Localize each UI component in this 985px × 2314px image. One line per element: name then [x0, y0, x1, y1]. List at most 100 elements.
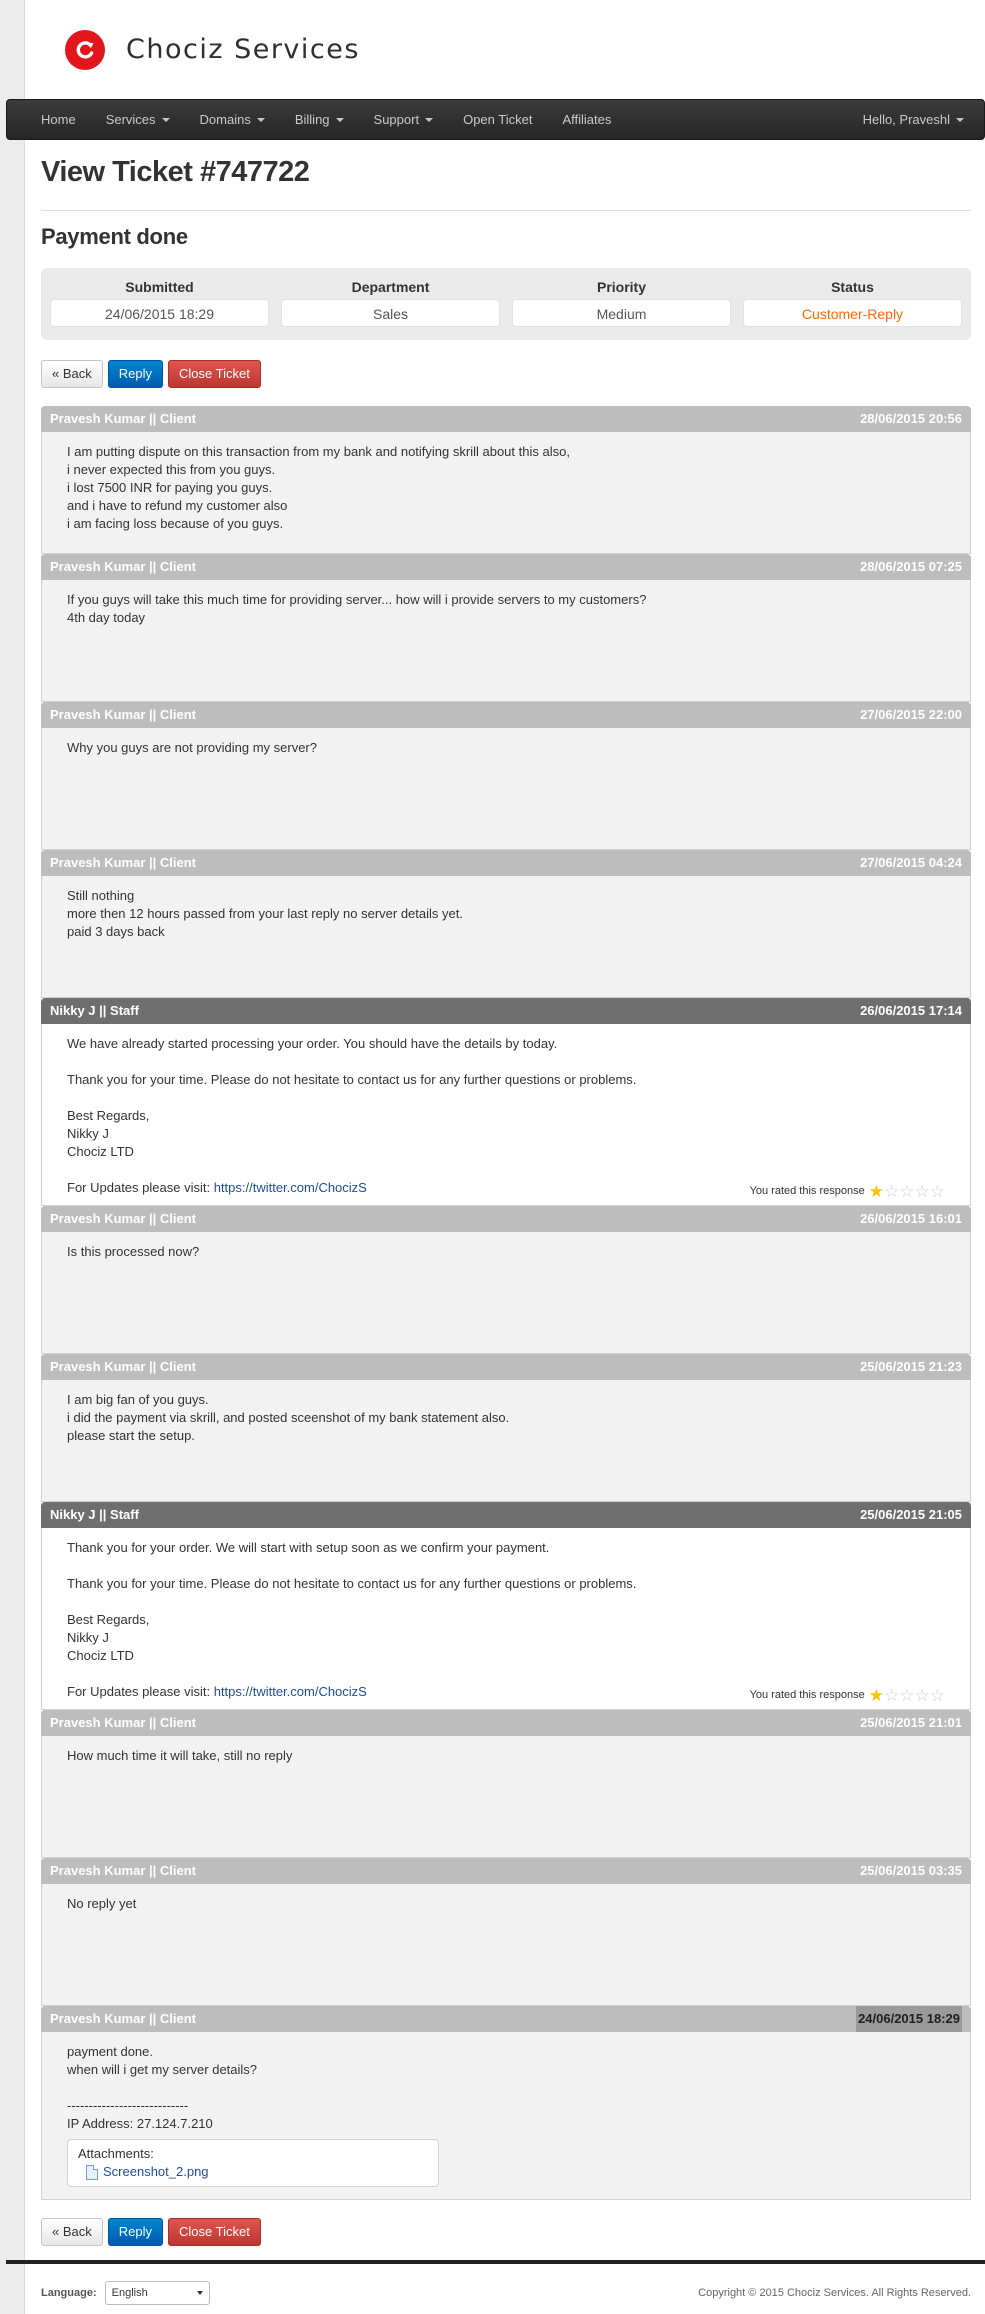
- message-line: Nikky J: [67, 1126, 109, 1141]
- brand-name[interactable]: Chociz Services: [126, 34, 360, 65]
- submitted-label: Submitted: [125, 279, 194, 295]
- star-icon[interactable]: ★: [869, 1183, 884, 1200]
- message-line: How much time it will take, still no rep…: [67, 1748, 293, 1763]
- ticket-info-panel: Submitted 24/06/2015 18:29 Department Sa…: [41, 268, 971, 340]
- attachment-link[interactable]: Screenshot_2.png: [103, 2163, 209, 2181]
- message-line: when will i get my server details?: [67, 2062, 258, 2077]
- message-body: We have already started processing your …: [41, 1024, 971, 1206]
- message-author: Pravesh Kumar || Client: [50, 1863, 196, 1878]
- message-date: 28/06/2015 20:56: [860, 411, 962, 426]
- language-select[interactable]: English: [104, 2281, 210, 2305]
- star-icon[interactable]: ☆: [884, 1687, 899, 1704]
- reply-button[interactable]: Reply: [107, 2218, 163, 2246]
- nav-item-support[interactable]: Support: [359, 99, 449, 140]
- main-content: View Ticket #747722 Payment done Submitt…: [41, 140, 971, 2248]
- nav-item-domains[interactable]: Domains: [185, 99, 280, 140]
- message-date: 25/06/2015 03:35: [860, 1863, 962, 1878]
- ticket-message: Pravesh Kumar || Client 27/06/2015 22:00 W…: [41, 702, 971, 850]
- message-date: 27/06/2015 22:00: [860, 707, 962, 722]
- site-header: Chociz Services: [25, 0, 985, 98]
- left-rail: [0, 0, 25, 2314]
- message-body: Is this processed now?: [41, 1232, 971, 1354]
- nav-item-open-ticket[interactable]: Open Ticket: [448, 99, 547, 140]
- twitter-link[interactable]: https://twitter.com/ChocizS: [214, 1684, 367, 1699]
- nav-item-label: Open Ticket: [463, 112, 533, 127]
- message-line: more then 12 hours passed from your last…: [67, 906, 463, 921]
- nav-item-label: Billing: [294, 112, 330, 127]
- message-author: Pravesh Kumar || Client: [50, 2011, 196, 2026]
- message-header: Pravesh Kumar || Client 26/06/2015 16:01: [41, 1206, 971, 1232]
- attachments-label: Attachments:: [78, 2146, 154, 2161]
- message-line: If you guys will take this much time for…: [67, 592, 647, 607]
- message-author: Pravesh Kumar || Client: [50, 1715, 196, 1730]
- nav-item-affiliates[interactable]: Affiliates: [547, 99, 626, 140]
- message-body: I am putting dispute on this transaction…: [41, 432, 971, 554]
- nav-item-billing[interactable]: Billing: [280, 99, 359, 140]
- message-author: Pravesh Kumar || Client: [50, 1359, 196, 1374]
- star-icon[interactable]: ☆: [884, 1183, 899, 1200]
- ticket-message: Pravesh Kumar || Client 25/06/2015 21:01 H…: [41, 1710, 971, 1858]
- page-title: View Ticket #747722: [41, 156, 971, 211]
- attachments-box: Attachments: Screenshot_2.png: [67, 2139, 439, 2187]
- back-button[interactable]: « Back: [41, 2218, 103, 2246]
- nav-item-services[interactable]: Services: [91, 99, 185, 140]
- message-header: Pravesh Kumar || Client 25/06/2015 03:35: [41, 1858, 971, 1884]
- message-line: i lost 7500 INR for paying you guys.: [67, 480, 273, 495]
- message-line: and i have to refund my customer also: [67, 498, 288, 513]
- message-header: Pravesh Kumar || Client 27/06/2015 04:24: [41, 850, 971, 876]
- message-author: Nikky J || Staff: [50, 1003, 139, 1018]
- message-line: Thank you for your time. Please do not h…: [67, 1072, 637, 1087]
- message-author: Pravesh Kumar || Client: [50, 707, 196, 722]
- brand-logo-icon[interactable]: [65, 30, 105, 70]
- close-ticket-button[interactable]: Close Ticket: [168, 2218, 261, 2246]
- response-rating: You rated this response ★ ☆ ☆ ☆ ☆: [750, 1182, 945, 1200]
- caret-down-icon: [425, 117, 434, 122]
- message-line: Still nothing: [67, 888, 135, 903]
- message-author: Pravesh Kumar || Client: [50, 411, 196, 426]
- nav-item-home[interactable]: Home: [26, 99, 91, 140]
- language-label: Language:: [41, 2287, 97, 2299]
- message-header: Pravesh Kumar || Client 27/06/2015 22:00: [41, 702, 971, 728]
- status-value: Customer-Reply: [743, 299, 962, 327]
- message-header: Pravesh Kumar || Client 25/06/2015 21:01: [41, 1710, 971, 1736]
- star-icon[interactable]: ☆: [899, 1687, 914, 1704]
- ticket-message: Pravesh Kumar || Client 25/06/2015 03:35 N…: [41, 1858, 971, 2006]
- message-line: ----------------------------: [67, 2098, 189, 2113]
- message-line: 4th day today: [67, 610, 146, 625]
- ticket-message: Pravesh Kumar || Client 28/06/2015 07:25 I…: [41, 554, 971, 702]
- star-icon[interactable]: ☆: [899, 1183, 914, 1200]
- ticket-actions-bottom: « Back Reply Close Ticket: [41, 2218, 971, 2248]
- star-icon[interactable]: ☆: [915, 1687, 930, 1704]
- ticket-subject: Payment done: [41, 224, 188, 249]
- submitted-info: Submitted 24/06/2015 18:29: [50, 277, 269, 340]
- message-line: No reply yet: [67, 1896, 137, 1911]
- user-menu[interactable]: Hello, Praveshl: [848, 99, 979, 140]
- footer-divider: [6, 2260, 985, 2264]
- department-info: Department Sales: [281, 277, 500, 340]
- message-header: Nikky J || Staff 26/06/2015 17:14: [41, 998, 971, 1024]
- close-ticket-button[interactable]: Close Ticket: [168, 360, 261, 388]
- message-header: Pravesh Kumar || Client 25/06/2015 21:23: [41, 1354, 971, 1380]
- message-line: paid 3 days back: [67, 924, 165, 939]
- reply-button[interactable]: Reply: [107, 360, 163, 388]
- star-icon[interactable]: ★: [869, 1687, 884, 1704]
- attachment-item[interactable]: Screenshot_2.png: [86, 2163, 428, 2181]
- message-line: I am putting dispute on this transaction…: [67, 444, 570, 459]
- copyright-text: Copyright © 2015 Chociz Services. All Ri…: [698, 2287, 971, 2299]
- message-line: please start the setup.: [67, 1428, 195, 1443]
- star-icon[interactable]: ☆: [930, 1687, 945, 1704]
- message-line: IP Address: 27.124.7.210: [67, 2116, 213, 2131]
- message-line: Thank you for your order. We will start …: [67, 1540, 550, 1555]
- star-icon[interactable]: ☆: [930, 1183, 945, 1200]
- twitter-link[interactable]: https://twitter.com/ChocizS: [214, 1180, 367, 1195]
- star-icon[interactable]: ☆: [915, 1183, 930, 1200]
- nav-item-label: Home: [41, 112, 76, 127]
- back-button[interactable]: « Back: [41, 360, 103, 388]
- message-date: 27/06/2015 04:24: [860, 855, 962, 870]
- message-date: 24/06/2015 18:29: [856, 2006, 962, 2032]
- caret-down-icon: [956, 117, 964, 122]
